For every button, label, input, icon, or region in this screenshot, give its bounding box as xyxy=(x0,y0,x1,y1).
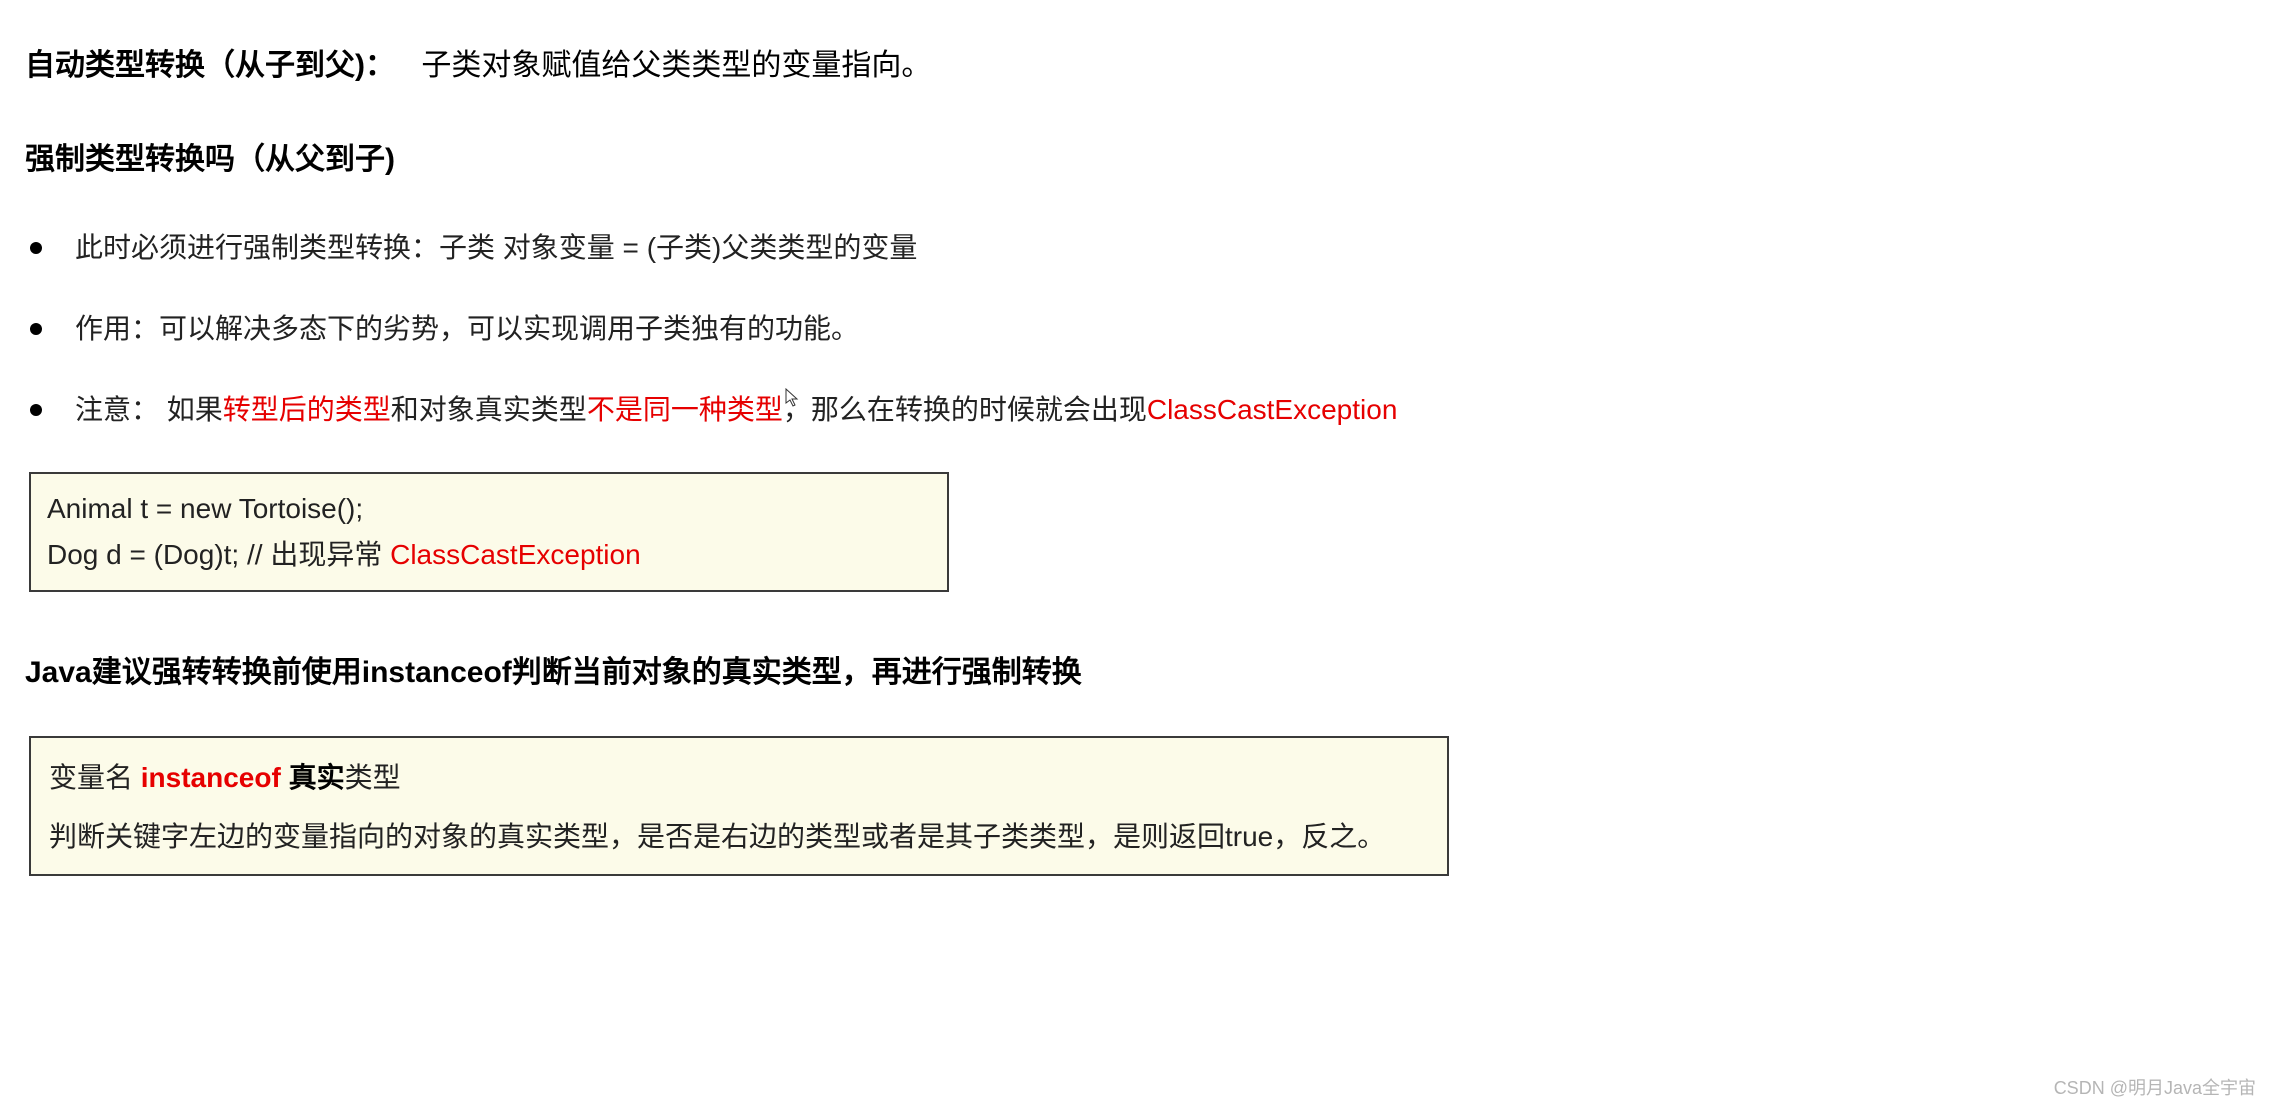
syntax-suffix: 类型 xyxy=(345,762,401,793)
code-line-1: Animal t = new Tortoise(); xyxy=(47,486,931,532)
code-line-2-exception: ClassCastException xyxy=(390,539,641,570)
bullet-item-1: 此时必须进行强制类型转换：子类 对象变量 = (子类)父类类型的变量 xyxy=(25,228,2261,267)
syntax-prefix: 变量名 xyxy=(49,762,141,793)
syntax-bold: 真实 xyxy=(289,762,345,793)
code-example-box: Animal t = new Tortoise(); Dog d = (Dog)… xyxy=(29,472,949,592)
bullet-red-2: 不是同一种类型 xyxy=(587,394,783,425)
heading-description: 子类对象赋值给父类类型的变量指向。 xyxy=(421,49,931,82)
code-line-2-prefix: Dog d = (Dog)t; // 出现异常 xyxy=(47,539,390,570)
bullet-red-3: ClassCastException xyxy=(1147,394,1398,425)
heading-forced-type-conversion: 强制类型转换吗（从父到子) xyxy=(25,134,2261,178)
bullet-mid-1: 和对象真实类型 xyxy=(391,394,587,425)
bullet-red-1: 转型后的类型 xyxy=(223,394,391,425)
heading-text: 自动类型转换（从子到父)： xyxy=(25,49,395,82)
instanceof-keyword: instanceof xyxy=(141,762,289,793)
instanceof-info-box: 变量名 instanceof 真实类型 判断关键字左边的变量指向的对象的真实类型… xyxy=(29,736,1449,876)
bullet-list: 此时必须进行强制类型转换：子类 对象变量 = (子类)父类类型的变量 作用：可以… xyxy=(25,228,2261,430)
bullet-item-2: 作用：可以解决多态下的劣势，可以实现调用子类独有的功能。 xyxy=(25,309,2261,348)
csdn-watermark: CSDN @明月Java全宇宙 xyxy=(2054,1074,2256,1100)
bullet-mid-2: ，那么在转换的时候就会出现 xyxy=(783,394,1147,425)
bullet-prefix: 注意： 如果 xyxy=(75,394,223,425)
instanceof-syntax-line: 变量名 instanceof 真实类型 xyxy=(49,756,1429,796)
bullet-text: 此时必须进行强制类型转换：子类 对象变量 = (子类)父类类型的变量 xyxy=(75,232,917,263)
bullet-item-3: 注意： 如果转型后的类型和对象真实类型不是同一种类型，那么在转换的时候就会出现C… xyxy=(25,390,2261,429)
instanceof-explanation: 判断关键字左边的变量指向的对象的真实类型，是否是右边的类型或者是其子类类型，是则… xyxy=(49,818,1429,856)
bullet-text: 作用：可以解决多态下的劣势，可以实现调用子类独有的功能。 xyxy=(75,313,859,344)
heading-auto-type-conversion: 自动类型转换（从子到父)： 子类对象赋值给父类类型的变量指向。 xyxy=(25,40,2261,84)
code-line-2: Dog d = (Dog)t; // 出现异常 ClassCastExcepti… xyxy=(47,532,931,578)
heading-instanceof-recommendation: Java建议强转转换前使用instanceof判断当前对象的真实类型，再进行强制… xyxy=(25,647,2261,691)
